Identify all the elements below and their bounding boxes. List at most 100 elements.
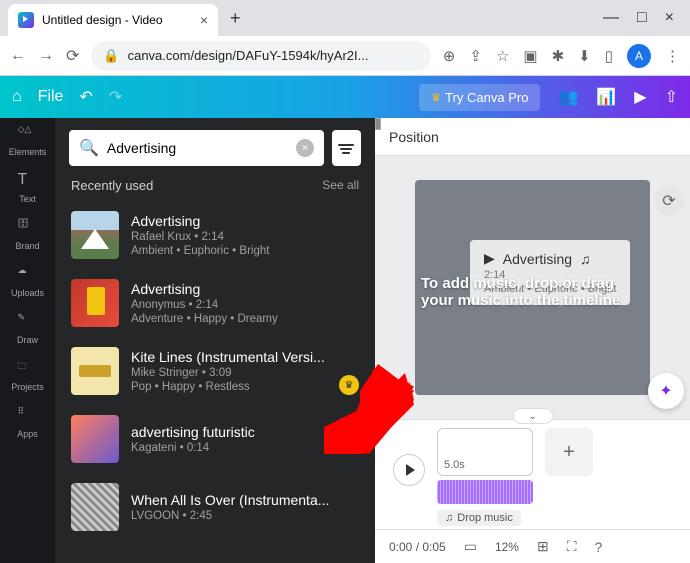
present-play-icon[interactable]: ▶ <box>634 87 646 107</box>
filter-icon <box>338 142 354 154</box>
help-icon[interactable]: ? <box>595 539 603 555</box>
zoom-search-icon[interactable]: ⊕ <box>443 47 456 65</box>
search-input[interactable] <box>107 140 288 156</box>
undo-icon[interactable]: ↶ <box>79 87 92 107</box>
video-clip[interactable]: 5.0s <box>437 428 533 476</box>
section-title: Recently used <box>71 178 153 193</box>
track-row[interactable]: Advertising Anonymus • 2:14 Adventure • … <box>55 269 375 337</box>
track-title: advertising futuristic <box>131 424 359 440</box>
track-row[interactable]: Advertising Rafael Krux • 2:14 Ambient •… <box>55 201 375 269</box>
timeline-play-button[interactable] <box>393 454 425 486</box>
playback-time: 0:00 / 0:05 <box>389 540 446 554</box>
track-tags: Adventure • Happy • Dreamy <box>131 313 359 325</box>
profile-avatar[interactable]: A <box>627 44 651 68</box>
track-thumbnail <box>71 347 119 395</box>
drag-card-title: Advertising <box>503 251 572 267</box>
track-row[interactable]: Kite Lines (Instrumental Versi... Mike S… <box>55 337 375 405</box>
panel-scroll-nub[interactable] <box>375 118 381 130</box>
canva-top-bar: ⌂ File ↶ ↷ ♛ Try Canva Pro 👥 📊 ▶ ⇧ <box>0 76 690 118</box>
rail-uploads[interactable]: ☁ Uploads <box>11 265 44 298</box>
pro-crown-icon: ♛ <box>339 375 359 395</box>
brand-icon: 🗄 <box>18 218 38 238</box>
timeline: ⌄ 5.0s ♫Drop music + <box>375 419 690 529</box>
collapse-timeline-icon[interactable]: ⌄ <box>513 408 553 424</box>
track-title: Advertising <box>131 213 359 229</box>
zoom-level[interactable]: 12% <box>495 540 519 554</box>
track-row[interactable]: advertising futuristic Kagateni • 0:14 <box>55 405 375 473</box>
drop-music-label: Drop music <box>457 512 513 524</box>
shapes-icon: ◇△ <box>18 124 38 144</box>
canva-favicon <box>18 12 34 28</box>
rail-apps-label: Apps <box>17 429 38 439</box>
share-icon[interactable]: ⇧ <box>665 87 678 107</box>
new-tab-button[interactable]: + <box>230 8 241 29</box>
filter-button[interactable] <box>332 130 361 166</box>
address-bar: ← → ⟳ 🔒 canva.com/design/DAFuY-1594k/hyA… <box>0 36 690 76</box>
back-icon[interactable]: ← <box>10 47 26 65</box>
audio-panel: 🔍 × Recently used See all Advertising Ra… <box>55 118 375 563</box>
rail-elements-label: Elements <box>9 147 47 157</box>
tab-title: Untitled design - Video <box>42 13 163 27</box>
text-icon: T <box>18 171 38 191</box>
fullscreen-icon[interactable]: ⛶ <box>567 538 577 555</box>
reading-list-icon[interactable]: ▯ <box>605 47 613 65</box>
rail-text[interactable]: T Text <box>18 171 38 204</box>
drop-hint-text: To add music, drop or drag your music in… <box>415 275 650 309</box>
slide-frame[interactable]: ▶Advertising ♫ 2:14 Ambient • Euphoric •… <box>415 180 650 395</box>
search-icon: 🔍 <box>79 138 99 158</box>
extensions-icon[interactable]: ✱ <box>552 47 565 65</box>
rail-draw[interactable]: ✎ Draw <box>17 312 38 345</box>
close-window-icon[interactable]: × <box>665 9 674 27</box>
track-title: Kite Lines (Instrumental Versi... <box>131 349 359 365</box>
notes-view-icon[interactable]: ▭ <box>464 538 477 555</box>
redo-icon[interactable]: ↷ <box>109 87 122 107</box>
rail-apps[interactable]: ⠿ Apps <box>17 406 38 439</box>
downloads-icon[interactable]: ⬇ <box>578 47 591 65</box>
kebab-menu-icon[interactable]: ⋮ <box>665 47 680 65</box>
track-row[interactable]: When All Is Over (Instrumenta... LVGOON … <box>55 473 375 541</box>
drop-music-chip[interactable]: ♫ Drop music <box>437 510 521 526</box>
track-thumbnail <box>71 211 119 259</box>
analytics-icon[interactable]: 📊 <box>596 87 616 107</box>
see-all-link[interactable]: See all <box>322 178 359 193</box>
grid-view-icon[interactable]: ⊞ <box>537 538 549 555</box>
track-meta: Mike Stringer • 3:09 <box>131 367 359 379</box>
canvas-viewport[interactable]: ▶Advertising ♫ 2:14 Ambient • Euphoric •… <box>375 156 690 419</box>
magic-sparkle-icon[interactable]: ✦ <box>648 373 684 409</box>
browser-tab[interactable]: Untitled design - Video × <box>8 4 218 36</box>
home-icon[interactable]: ⌂ <box>12 88 22 106</box>
url-field[interactable]: 🔒 canva.com/design/DAFuY-1594k/hyAr2I... <box>91 41 430 71</box>
music-note-icon: ♫ <box>445 512 453 524</box>
forward-icon[interactable]: → <box>38 47 54 65</box>
track-thumbnail <box>71 483 119 531</box>
clear-search-icon[interactable]: × <box>296 139 314 157</box>
waveform-icon <box>437 480 533 504</box>
audio-clip[interactable] <box>437 480 533 504</box>
file-menu[interactable]: File <box>38 88 64 106</box>
left-rail: ◇△ Elements T Text 🗄 Brand ☁ Uploads ✎ D… <box>0 118 55 563</box>
track-meta: LVGOON • 2:45 <box>131 510 359 522</box>
share-page-icon[interactable]: ⇪ <box>469 47 482 65</box>
canvas-area: Position ▶Advertising ♫ 2:14 Ambient • E… <box>375 118 690 563</box>
rail-brand[interactable]: 🗄 Brand <box>15 218 39 251</box>
position-button[interactable]: Position <box>389 129 439 145</box>
search-box[interactable]: 🔍 × <box>69 130 324 166</box>
maximize-icon[interactable]: □ <box>637 9 647 27</box>
apps-grid-icon: ⠿ <box>17 406 37 426</box>
minimize-icon[interactable]: — <box>603 9 619 27</box>
rail-projects[interactable]: 🗀 Projects <box>11 359 44 392</box>
translate-icon[interactable]: ▣ <box>523 47 537 65</box>
invite-collaborators-icon[interactable]: 👥 <box>558 87 578 107</box>
add-clip-button[interactable]: + <box>545 428 593 476</box>
try-canva-pro-button[interactable]: ♛ Try Canva Pro <box>419 84 540 111</box>
window-controls: — □ × <box>595 9 682 27</box>
try-pro-label: Try Canva Pro <box>445 90 528 105</box>
reload-icon[interactable]: ⟳ <box>66 46 79 66</box>
star-bookmark-icon[interactable]: ☆ <box>496 47 509 65</box>
track-list[interactable]: Advertising Rafael Krux • 2:14 Ambient •… <box>55 201 375 563</box>
url-text: canva.com/design/DAFuY-1594k/hyAr2I... <box>128 48 369 63</box>
refresh-icon[interactable]: ⟳ <box>654 186 684 216</box>
close-tab-icon[interactable]: × <box>200 12 208 28</box>
track-thumbnail <box>71 415 119 463</box>
rail-elements[interactable]: ◇△ Elements <box>9 124 47 157</box>
